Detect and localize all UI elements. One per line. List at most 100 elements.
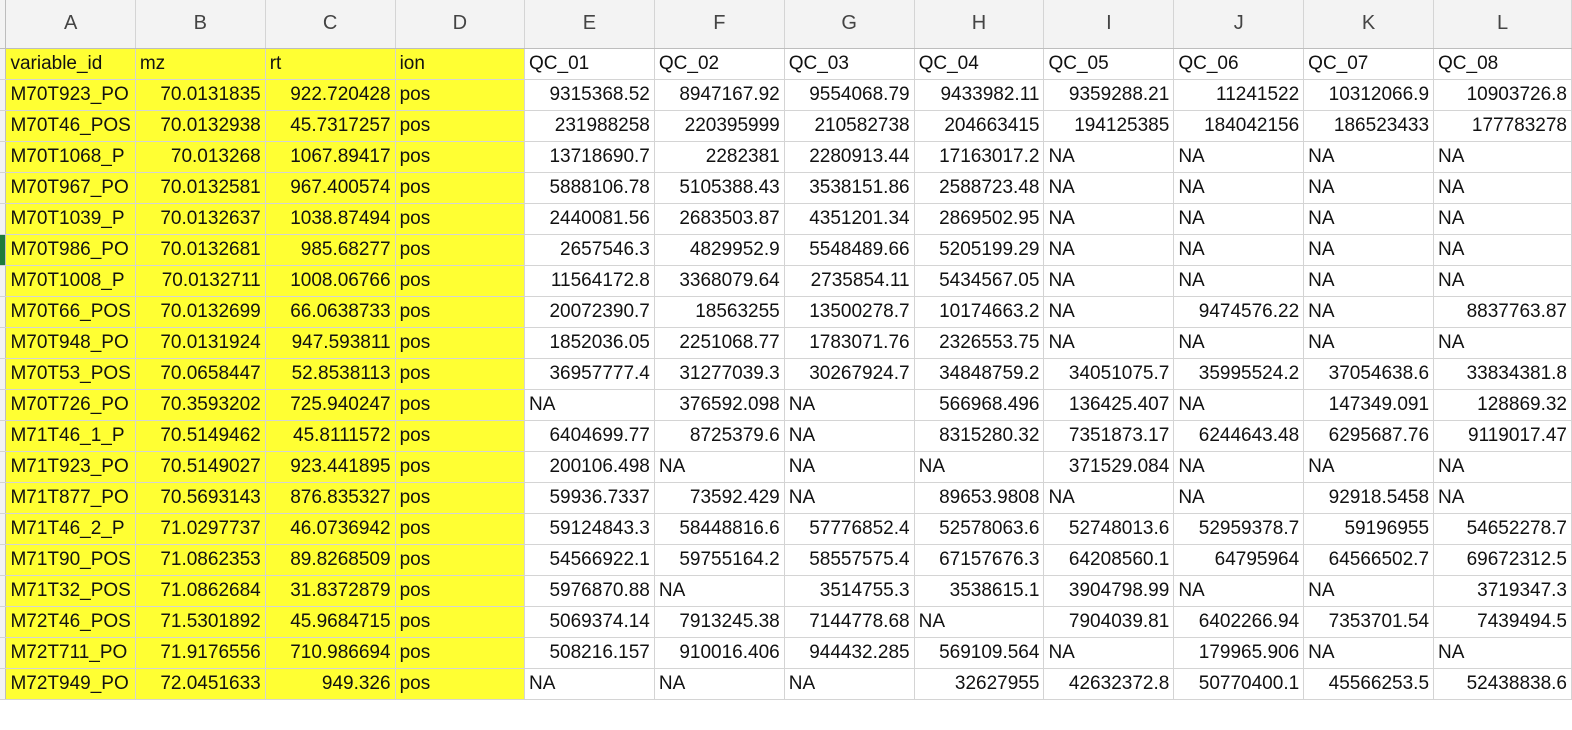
column-header-l[interactable]: L xyxy=(1433,0,1572,49)
cell-k[interactable]: NA xyxy=(1303,575,1435,607)
cell-d[interactable]: pos xyxy=(395,79,526,111)
cell-e[interactable]: 13718690.7 xyxy=(524,141,655,173)
cell-g[interactable]: 5548489.66 xyxy=(784,234,915,266)
cell-e[interactable]: 20072390.7 xyxy=(524,296,655,328)
cell-h[interactable]: NA xyxy=(914,606,1045,638)
cell-l[interactable]: 7439494.5 xyxy=(1433,606,1572,638)
column-header-g[interactable]: G xyxy=(784,0,915,49)
cell-j[interactable]: NA xyxy=(1173,327,1305,359)
column-header-e[interactable]: E xyxy=(524,0,655,49)
cell-i[interactable]: NA xyxy=(1043,482,1175,514)
cell-k[interactable]: 10312066.9 xyxy=(1303,79,1435,111)
cell-i[interactable]: 7351873.17 xyxy=(1043,420,1175,452)
cell-b[interactable]: 71.0862684 xyxy=(135,575,266,607)
cell-l[interactable]: 8837763.87 xyxy=(1433,296,1572,328)
cell-k[interactable]: 45566253.5 xyxy=(1303,668,1435,700)
spreadsheet-grid[interactable]: ABCDEFGHIJKL variable_id mz rt ion QC_01 QC_0… xyxy=(0,0,1572,700)
cell-c[interactable]: 923.441895 xyxy=(265,451,396,483)
cell-j[interactable]: NA xyxy=(1173,203,1305,235)
cell-g[interactable]: 58557575.4 xyxy=(784,544,915,576)
cell-a[interactable]: M71T32_POS xyxy=(5,575,136,607)
cell-e[interactable]: 2440081.56 xyxy=(524,203,655,235)
cell-g[interactable]: NA xyxy=(784,482,915,514)
cell-j[interactable]: 50770400.1 xyxy=(1173,668,1305,700)
cell-j[interactable]: NA xyxy=(1173,482,1305,514)
cell-l[interactable]: 177783278 xyxy=(1433,110,1572,142)
cell-j[interactable]: 179965.906 xyxy=(1173,637,1305,669)
cell-g[interactable]: 2735854.11 xyxy=(784,265,915,297)
cell-k[interactable]: 64566502.7 xyxy=(1303,544,1435,576)
cell-a[interactable]: M71T877_PO xyxy=(5,482,136,514)
cell-k[interactable]: NA xyxy=(1303,296,1435,328)
cell-e[interactable]: 5888106.78 xyxy=(524,172,655,204)
cell-f[interactable]: 4829952.9 xyxy=(654,234,785,266)
cell-l[interactable]: 52438838.6 xyxy=(1433,668,1572,700)
cell-j[interactable]: 6402266.94 xyxy=(1173,606,1305,638)
cell-b[interactable]: 70.0132699 xyxy=(135,296,266,328)
cell-h[interactable]: 32627955 xyxy=(914,668,1045,700)
header-cell-k[interactable]: QC_07 xyxy=(1303,48,1435,80)
cell-a[interactable]: M70T1008_P xyxy=(5,265,136,297)
cell-g[interactable]: 944432.285 xyxy=(784,637,915,669)
cell-e[interactable]: 59124843.3 xyxy=(524,513,655,545)
cell-e[interactable]: 5069374.14 xyxy=(524,606,655,638)
column-header-i[interactable]: I xyxy=(1043,0,1175,49)
cell-h[interactable]: 5205199.29 xyxy=(914,234,1045,266)
cell-k[interactable]: NA xyxy=(1303,327,1435,359)
cell-f[interactable]: 376592.098 xyxy=(654,389,785,421)
cell-c[interactable]: 985.68277 xyxy=(265,234,396,266)
column-header-c[interactable]: C xyxy=(265,0,396,49)
cell-h[interactable]: 2588723.48 xyxy=(914,172,1045,204)
cell-a[interactable]: M70T948_PO xyxy=(5,327,136,359)
cell-j[interactable]: 64795964 xyxy=(1173,544,1305,576)
cell-k[interactable]: 92918.5458 xyxy=(1303,482,1435,514)
cell-i[interactable]: NA xyxy=(1043,265,1175,297)
cell-i[interactable]: NA xyxy=(1043,637,1175,669)
cell-c[interactable]: 876.835327 xyxy=(265,482,396,514)
cell-g[interactable]: 9554068.79 xyxy=(784,79,915,111)
cell-a[interactable]: M70T53_POS xyxy=(5,358,136,390)
cell-g[interactable]: NA xyxy=(784,389,915,421)
cell-c[interactable]: 46.0736942 xyxy=(265,513,396,545)
cell-c[interactable]: 967.400574 xyxy=(265,172,396,204)
cell-i[interactable]: NA xyxy=(1043,327,1175,359)
cell-f[interactable]: 910016.406 xyxy=(654,637,785,669)
cell-e[interactable]: 9315368.52 xyxy=(524,79,655,111)
cell-h[interactable]: 569109.564 xyxy=(914,637,1045,669)
header-cell-j[interactable]: QC_06 xyxy=(1173,48,1305,80)
cell-c[interactable]: 45.9684715 xyxy=(265,606,396,638)
cell-j[interactable]: NA xyxy=(1173,575,1305,607)
cell-d[interactable]: pos xyxy=(395,203,526,235)
cell-a[interactable]: M72T711_PO xyxy=(5,637,136,669)
cell-i[interactable]: 194125385 xyxy=(1043,110,1175,142)
cell-c[interactable]: 725.940247 xyxy=(265,389,396,421)
cell-a[interactable]: M71T46_2_P xyxy=(5,513,136,545)
cell-j[interactable]: NA xyxy=(1173,172,1305,204)
cell-l[interactable]: NA xyxy=(1433,203,1572,235)
cell-i[interactable]: 64208560.1 xyxy=(1043,544,1175,576)
cell-b[interactable]: 71.0862353 xyxy=(135,544,266,576)
cell-k[interactable]: 59196955 xyxy=(1303,513,1435,545)
cell-j[interactable]: 6244643.48 xyxy=(1173,420,1305,452)
cell-i[interactable]: 52748013.6 xyxy=(1043,513,1175,545)
cell-c[interactable]: 45.8111572 xyxy=(265,420,396,452)
cell-d[interactable]: pos xyxy=(395,265,526,297)
cell-d[interactable]: pos xyxy=(395,451,526,483)
cell-d[interactable]: pos xyxy=(395,172,526,204)
cell-a[interactable]: M70T1068_P xyxy=(5,141,136,173)
cell-c[interactable]: 922.720428 xyxy=(265,79,396,111)
cell-f[interactable]: NA xyxy=(654,451,785,483)
cell-i[interactable]: NA xyxy=(1043,234,1175,266)
cell-l[interactable]: NA xyxy=(1433,172,1572,204)
cell-j[interactable]: 11241522 xyxy=(1173,79,1305,111)
cell-f[interactable]: 31277039.3 xyxy=(654,358,785,390)
column-header-b[interactable]: B xyxy=(135,0,266,49)
cell-i[interactable]: 136425.407 xyxy=(1043,389,1175,421)
cell-a[interactable]: M70T1039_P xyxy=(5,203,136,235)
cell-e[interactable]: 5976870.88 xyxy=(524,575,655,607)
cell-b[interactable]: 70.0658447 xyxy=(135,358,266,390)
cell-b[interactable]: 71.5301892 xyxy=(135,606,266,638)
cell-h[interactable]: 10174663.2 xyxy=(914,296,1045,328)
cell-l[interactable]: 10903726.8 xyxy=(1433,79,1572,111)
cell-b[interactable]: 70.5693143 xyxy=(135,482,266,514)
